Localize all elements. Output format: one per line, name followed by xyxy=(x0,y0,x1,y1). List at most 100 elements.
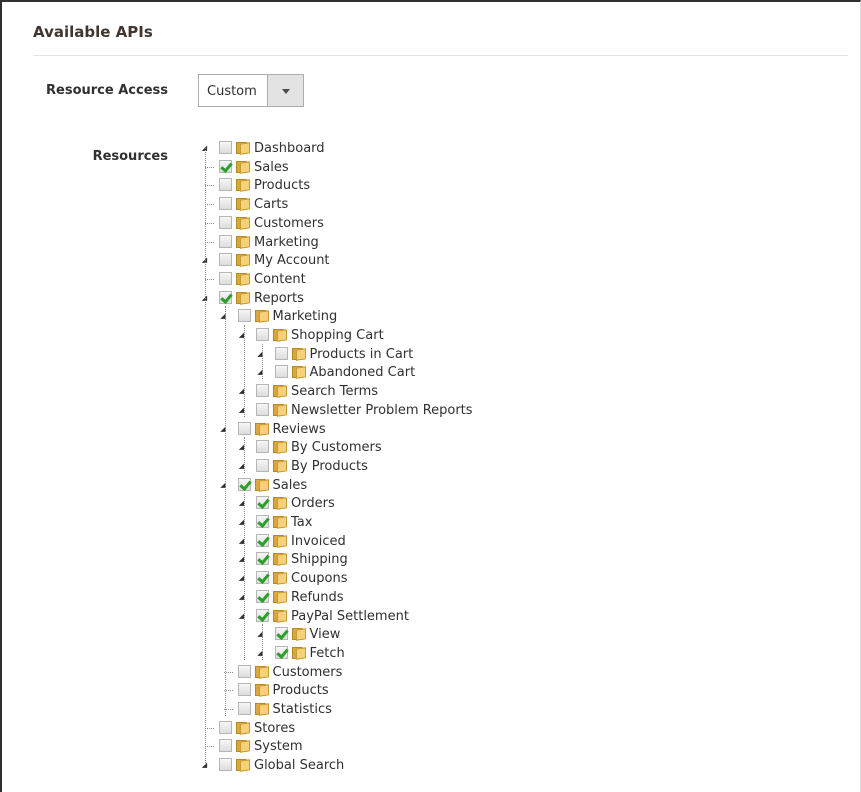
checkbox[interactable] xyxy=(256,458,269,472)
folder-icon xyxy=(254,665,269,679)
tree-node-label[interactable]: Products xyxy=(273,682,329,699)
folder-icon xyxy=(236,739,250,754)
chevron-down-icon xyxy=(282,89,290,94)
checkbox[interactable] xyxy=(219,290,232,304)
tree-node-label[interactable]: Abandoned Cart xyxy=(310,364,416,381)
tree-node-label[interactable]: Fetch xyxy=(310,645,345,662)
checkbox[interactable] xyxy=(256,552,269,566)
tree-node-label[interactable]: Refunds xyxy=(291,589,344,606)
resource-access-label: Resource Access xyxy=(46,83,168,98)
tree-node-label[interactable]: Reports xyxy=(254,290,304,307)
checkbox[interactable] xyxy=(256,608,269,622)
tree-node-label[interactable]: By Products xyxy=(291,458,368,475)
checkbox[interactable] xyxy=(219,141,232,154)
tree-node-label[interactable]: Invoiced xyxy=(291,533,346,550)
tree-guide-line xyxy=(243,437,245,473)
tree-node-label[interactable]: Customers xyxy=(254,215,324,232)
tree-node-label[interactable]: Global Search xyxy=(254,757,344,774)
tree-node-label[interactable]: Stores xyxy=(254,720,295,737)
checkbox[interactable] xyxy=(219,178,232,192)
tree-node-label[interactable]: Coupons xyxy=(291,570,348,587)
collapse-toggle-icon[interactable] xyxy=(205,746,214,748)
tree-node-label[interactable]: Dashboard xyxy=(254,140,325,157)
tree-node-label[interactable]: My Account xyxy=(254,252,330,269)
checkbox[interactable] xyxy=(219,159,232,173)
tree-node-label[interactable]: By Customers xyxy=(291,439,382,456)
checkbox[interactable] xyxy=(219,215,232,229)
folder-icon xyxy=(254,309,269,323)
tree-node-label[interactable]: Shipping xyxy=(291,551,348,568)
tree-guide-line xyxy=(262,624,263,660)
checkbox[interactable] xyxy=(256,533,269,547)
checkbox[interactable] xyxy=(219,739,232,753)
folder-icon xyxy=(273,440,287,454)
dropdown-toggle-button[interactable] xyxy=(267,75,303,106)
tree-node-label[interactable]: Carts xyxy=(254,196,288,213)
checkbox[interactable] xyxy=(274,365,288,379)
checkbox[interactable] xyxy=(256,384,269,398)
collapse-toggle-icon[interactable] xyxy=(205,727,214,729)
checkbox[interactable] xyxy=(256,440,269,454)
tree-node-label[interactable]: Tax xyxy=(291,514,312,531)
available-apis-panel: Available APIs Resource Access Custom Re… xyxy=(0,0,861,792)
folder-icon xyxy=(254,478,269,492)
collapse-toggle-icon[interactable] xyxy=(205,222,214,224)
tree-node-label[interactable]: Reviews xyxy=(273,421,326,438)
checkbox[interactable] xyxy=(237,683,251,697)
tree-node-label[interactable]: Search Terms xyxy=(291,383,378,400)
tree-node-label[interactable]: Marketing xyxy=(254,234,319,251)
tree-node-label[interactable]: Marketing xyxy=(273,308,338,325)
checkbox[interactable] xyxy=(274,627,288,641)
checkbox[interactable] xyxy=(219,758,232,772)
folder-icon xyxy=(254,702,269,716)
checkbox[interactable] xyxy=(256,589,269,603)
checkbox[interactable] xyxy=(237,664,251,678)
folder-icon xyxy=(254,683,269,697)
tree-guide-line xyxy=(243,493,245,660)
checkbox[interactable] xyxy=(237,702,251,715)
tree-node-label[interactable]: PayPal Settlement xyxy=(291,608,409,625)
section-title: Available APIs xyxy=(33,23,153,41)
folder-icon xyxy=(273,552,287,567)
checkbox[interactable] xyxy=(219,197,232,211)
tree-node-label[interactable]: Products in Cart xyxy=(310,346,414,363)
tree-node-label[interactable]: Shopping Cart xyxy=(291,327,384,344)
tree-node-label[interactable]: Content xyxy=(254,271,306,288)
tree-node-label[interactable]: Sales xyxy=(273,477,308,494)
checkbox[interactable] xyxy=(219,271,232,285)
tree-node-label[interactable]: Orders xyxy=(291,495,335,512)
checkbox[interactable] xyxy=(256,328,269,341)
folder-icon xyxy=(273,515,287,529)
tree-node-label[interactable]: Products xyxy=(254,177,310,194)
collapse-toggle-icon[interactable] xyxy=(205,166,214,168)
tree-node-label[interactable]: Newsletter Problem Reports xyxy=(291,402,473,419)
folder-icon xyxy=(291,347,306,361)
tree-node-label[interactable]: Sales xyxy=(254,159,289,176)
checkbox[interactable] xyxy=(274,645,288,659)
checkbox[interactable] xyxy=(219,720,232,734)
collapse-toggle-icon[interactable] xyxy=(205,241,214,243)
tree-node-label[interactable]: Customers xyxy=(273,664,343,681)
checkbox[interactable] xyxy=(237,477,251,491)
checkbox[interactable] xyxy=(256,571,269,585)
checkbox[interactable] xyxy=(256,402,269,416)
folder-icon xyxy=(291,646,306,660)
folder-icon xyxy=(236,216,250,230)
checkbox[interactable] xyxy=(274,346,288,360)
checkbox[interactable] xyxy=(237,421,251,435)
folder-icon xyxy=(236,253,250,267)
checkbox[interactable] xyxy=(219,234,232,248)
collapse-toggle-icon[interactable] xyxy=(205,185,214,187)
collapse-toggle-icon[interactable] xyxy=(205,204,214,206)
checkbox[interactable] xyxy=(237,309,251,323)
tree-node-label[interactable]: View xyxy=(310,626,341,643)
collapse-toggle-icon[interactable] xyxy=(205,278,214,280)
folder-icon xyxy=(273,609,287,623)
tree-node-label[interactable]: Statistics xyxy=(273,701,332,718)
resource-access-select[interactable]: Custom xyxy=(198,74,304,107)
checkbox[interactable] xyxy=(256,515,269,528)
folder-icon xyxy=(236,160,250,174)
tree-node-label[interactable]: System xyxy=(254,738,302,755)
checkbox[interactable] xyxy=(219,253,232,267)
checkbox[interactable] xyxy=(256,496,269,510)
